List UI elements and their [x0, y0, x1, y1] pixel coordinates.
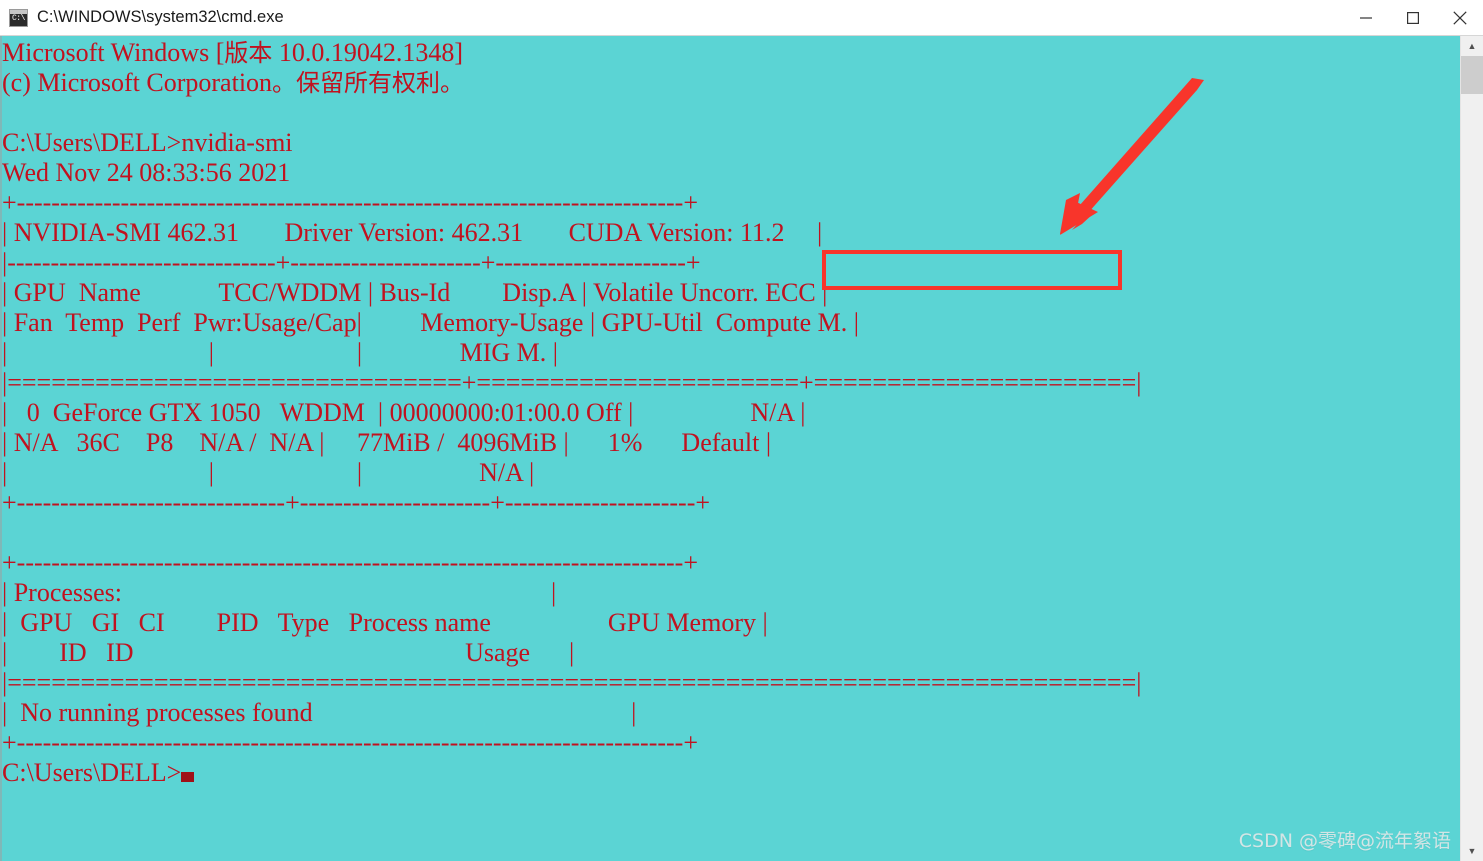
minimize-button[interactable]	[1342, 0, 1389, 35]
banner-line-1-suffix: 10.0.19042.1348]	[272, 38, 464, 67]
text-cursor	[181, 772, 195, 782]
window-title: C:\WINDOWS\system32\cmd.exe	[37, 8, 284, 26]
titlebar-left: C:\ C:\WINDOWS\system32\cmd.exe	[0, 8, 1342, 27]
cmd-window: C:\ C:\WINDOWS\system32\cmd.exe Microsof…	[0, 0, 1483, 861]
scrollbar-thumb[interactable]	[1461, 56, 1483, 94]
close-button[interactable]	[1436, 0, 1483, 35]
banner-line-1-prefix: Microsoft Windows [	[2, 38, 225, 67]
banner-line-1-cjk: 版本	[224, 39, 273, 67]
console-text: Microsoft Windows [版本 10.0.19042.1348] (…	[2, 38, 1141, 788]
scroll-up-arrow-icon[interactable]: ▲	[1461, 36, 1483, 56]
smi-output-block: +---------------------------------------…	[2, 188, 1142, 757]
cmd-icon-glyph: C:\	[12, 13, 25, 23]
watermark: CSDN @零碑@流年絮语	[1238, 830, 1451, 852]
maximize-button[interactable]	[1389, 0, 1436, 35]
banner-line-2-prefix: (c) Microsoft Corporation	[2, 68, 273, 97]
scroll-down-arrow-icon[interactable]: ▼	[1461, 841, 1483, 861]
final-prompt: C:\Users\DELL>	[2, 758, 182, 787]
command-prompt: C:\Users\DELL>	[2, 128, 182, 157]
titlebar: C:\ C:\WINDOWS\system32\cmd.exe	[0, 0, 1483, 36]
banner-line-2-cjk: 。保留所有权利。	[272, 69, 465, 97]
typed-command: nvidia-smi	[181, 128, 293, 157]
smi-timestamp: Wed Nov 24 08:33:56 2021	[2, 158, 291, 187]
vertical-scrollbar[interactable]: ▲ ▼	[1460, 36, 1483, 861]
cmd-icon: C:\	[9, 8, 28, 27]
console-output-area[interactable]: Microsoft Windows [版本 10.0.19042.1348] (…	[0, 36, 1460, 861]
